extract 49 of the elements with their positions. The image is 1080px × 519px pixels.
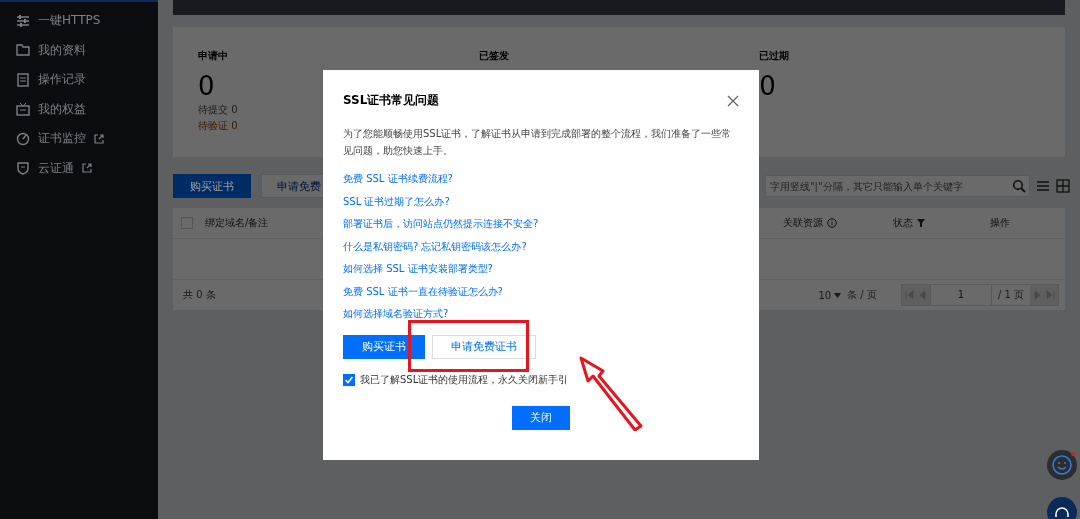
- stat-value: 0: [759, 71, 776, 101]
- faq-link[interactable]: 免费 SSL 证书一直在待验证怎么办?: [343, 284, 503, 298]
- checkbox-label: 我已了解SSL证书的使用流程，永久关闭新手引: [360, 372, 569, 387]
- gauge-icon: [16, 131, 30, 146]
- folder-icon: [16, 43, 30, 58]
- sidebar-item[interactable]: 云证通: [0, 153, 158, 183]
- column-header: 关联资源: [783, 216, 823, 230]
- close-icon[interactable]: [727, 94, 739, 107]
- grid-view-icon[interactable]: [1056, 179, 1070, 193]
- page-size-select[interactable]: 10: [818, 289, 832, 301]
- faq-link[interactable]: 如何选择 SSL 证书安装部署类型?: [343, 262, 493, 276]
- list-view-icon[interactable]: [1036, 179, 1050, 193]
- dialog-title: SSL证书常见问题: [343, 92, 440, 109]
- headset-icon: [1055, 507, 1069, 517]
- column-header: 操作: [990, 216, 1010, 230]
- sidebar-item[interactable]: 一键HTTPS: [0, 6, 158, 36]
- faq-link[interactable]: 如何选择域名验证方式?: [343, 307, 449, 321]
- info-icon: [827, 218, 837, 228]
- stat-label: 申请中: [198, 49, 228, 63]
- sidebar-item[interactable]: 我的权益: [0, 94, 158, 124]
- column-header: 绑定域名/备注: [205, 216, 269, 230]
- gift-icon: [16, 102, 30, 117]
- faq-link[interactable]: 什么是私钥密码? 忘记私钥密码该怎么办?: [343, 239, 527, 253]
- sliders-icon: [16, 13, 30, 28]
- sidebar-item[interactable]: 证书监控: [0, 124, 158, 154]
- column-header: 状态: [893, 216, 913, 230]
- document-icon: [16, 72, 30, 87]
- dialog-intro: 为了您能顺畅使用SSL证书，了解证书从申请到完成部署的整个流程，我们准备了一些常见问题，助您快速上手。: [343, 127, 733, 158]
- toolbar-button[interactable]: 购买证书: [173, 174, 251, 198]
- dialog-button[interactable]: 申请免费证书: [432, 334, 536, 359]
- sidebar-item[interactable]: 操作记录: [0, 65, 158, 95]
- dialog-button[interactable]: 购买证书: [343, 334, 425, 359]
- faq-link[interactable]: 部署证书后，访问站点仍然提示连接不安全?: [343, 217, 539, 231]
- close-button[interactable]: 关闭: [512, 405, 570, 430]
- shield-icon: [16, 161, 30, 176]
- search-icon[interactable]: [1012, 179, 1026, 193]
- stat-label: 已过期: [759, 49, 790, 63]
- page-count: / 1 页: [996, 288, 1025, 302]
- agree-checkbox[interactable]: [343, 373, 355, 386]
- stat-label: 已签发: [478, 49, 509, 63]
- stat-detail: 待提交 0: [198, 103, 238, 117]
- stat-value: 0: [198, 71, 215, 101]
- total-count: 共 0 条: [183, 288, 216, 302]
- filter-icon[interactable]: [917, 219, 925, 227]
- page-input[interactable]: 1: [929, 285, 992, 305]
- caret-icon[interactable]: [834, 292, 842, 298]
- stat-detail: 待验证 0: [198, 119, 238, 133]
- sidebar-item[interactable]: 我的资料: [0, 35, 158, 65]
- page-size-label: 条 / 页: [847, 288, 877, 302]
